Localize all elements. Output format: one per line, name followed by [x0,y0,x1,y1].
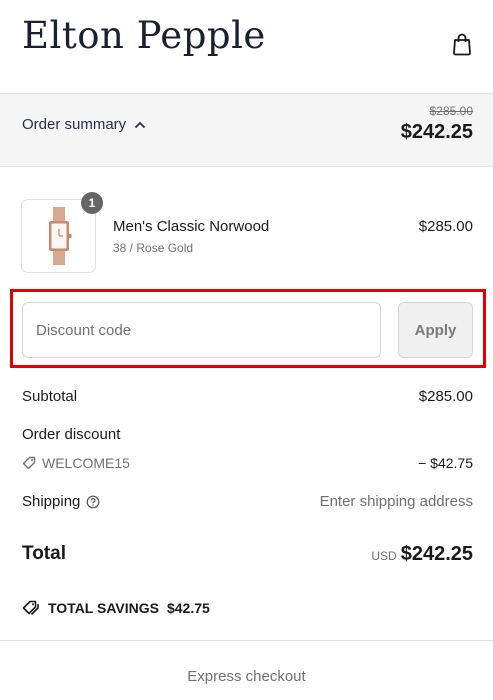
discount-code-text: WELCOME15 [42,455,130,471]
product-name: Men's Classic Norwood [113,218,270,235]
discount-amount: − $42.75 [418,455,473,471]
chevron-up-icon [135,121,146,128]
shipping-label-group: Shipping [22,493,100,510]
order-discount-row: Order discount [22,426,473,443]
total-amount: USD $242.25 [371,543,473,566]
total-savings-value: $42.75 [166,600,210,616]
subtotal-row: Subtotal $285.00 [22,388,473,405]
quantity-badge: 1 [81,192,103,214]
shipping-value: Enter shipping address [319,493,473,510]
total-label: Total [22,543,66,564]
currency-code: USD [371,549,397,563]
shopping-bag-icon [453,33,471,56]
product-line-item: 1 Men's Classic Norwood 38 / Rose Gold $… [0,167,493,277]
discount-code-input[interactable] [22,302,381,358]
order-summary-toggle[interactable]: Order summary [22,116,146,133]
cart-button[interactable] [449,30,475,58]
total-row: Total USD $242.25 [22,543,473,565]
help-icon[interactable] [86,495,100,509]
discount-code-section: Apply [10,289,486,368]
header: Elton Pepple [0,0,493,94]
order-summary-label: Order summary [22,116,127,133]
original-price: $285.00 [429,104,473,118]
store-logo[interactable]: Elton Pepple [22,14,266,57]
current-price: $242.25 [400,121,473,143]
order-discount-label: Order discount [22,426,121,443]
express-checkout-label: Express checkout [187,668,306,685]
savings-tag-icon [22,600,39,616]
divider [0,640,493,641]
product-variant: 38 / Rose Gold [113,241,194,255]
discount-code-row: WELCOME15 − $42.75 [22,455,473,473]
applied-code: WELCOME15 [22,455,130,471]
total-savings-row: TOTAL SAVINGS $42.75 [22,600,473,616]
order-summary-bar: Order summary $285.00 $242.25 [0,94,493,167]
total-value: $242.25 [400,543,473,565]
shipping-row: Shipping Enter shipping address [22,493,473,510]
subtotal-label: Subtotal [22,388,78,405]
tag-icon [22,456,36,470]
shipping-label: Shipping [22,493,81,510]
rose-gold-watch-image [48,207,71,265]
product-price: $285.00 [418,218,473,235]
summary-prices: $285.00 $242.25 [401,104,473,144]
total-savings-label: TOTAL SAVINGS [48,600,159,616]
subtotal-value: $285.00 [418,388,473,405]
apply-discount-button[interactable]: Apply [398,302,473,358]
